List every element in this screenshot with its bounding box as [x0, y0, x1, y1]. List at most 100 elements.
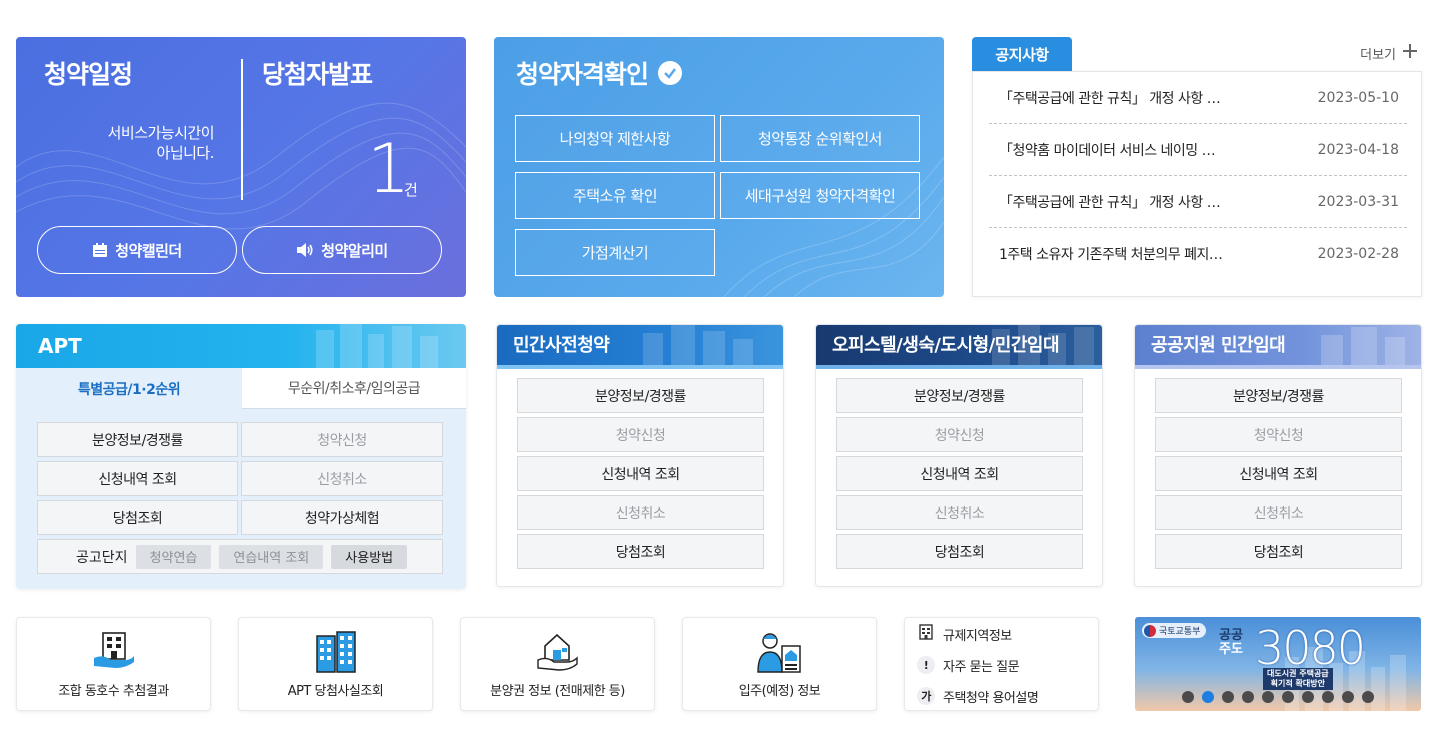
cancel-application-button[interactable]: 신청취소 [1155, 495, 1402, 530]
win-check-button[interactable]: 당첨조회 [37, 500, 238, 535]
house-hand-icon [535, 630, 581, 676]
notice-item[interactable]: 1주택 소유자 기존주택 처분의무 폐지… 2023-02-28 [989, 228, 1407, 280]
public-rental-header: 공공지원 민간임대 [1135, 325, 1421, 369]
carousel-dot[interactable] [1222, 691, 1234, 703]
tab-special-supply[interactable]: 특별공급/1·2순위 [16, 368, 242, 409]
apply-button[interactable]: 청약신청 [1155, 417, 1402, 452]
qualification-title-text: 청약자격확인 [516, 60, 649, 89]
practice-chip[interactable]: 청약연습 [135, 544, 212, 569]
headline-line: 주도 [1219, 642, 1243, 657]
carousel-dot[interactable] [1202, 691, 1214, 703]
carousel-dot[interactable] [1242, 691, 1254, 703]
sale-info-button[interactable]: 분양정보/경쟁률 [517, 378, 764, 413]
carousel-dot[interactable] [1342, 691, 1354, 703]
notice-date: 2023-03-31 [1317, 193, 1399, 210]
notice-item[interactable]: 「청약홈 마이데이터 서비스 네이밍 … 2023-04-18 [989, 124, 1407, 176]
results-title[interactable]: 당첨자발표 [262, 55, 452, 91]
speaker-icon [296, 242, 314, 258]
notice-title: 「주택공급에 관한 규칙」 개정 사항 … [999, 90, 1221, 107]
apt-card: APT 특별공급/1·2순위 무순위/취소후/임의공급 분양정보/경쟁률 청약신… [16, 324, 466, 589]
carousel-dot[interactable] [1262, 691, 1274, 703]
message-line: 아닙니다. [156, 144, 215, 162]
virtual-experience-button[interactable]: 청약가상체험 [241, 500, 443, 535]
info-links: 규제지역정보 ! 자주 묻는 질문 가 주택청약 용어설명 [904, 617, 1099, 711]
notice-panel: 공지사항 더보기 「주택공급에 관한 규칙」 개정 사항 … 2023-05-1… [972, 37, 1422, 297]
building-decoration [316, 324, 438, 368]
application-history-button[interactable]: 신청내역 조회 [517, 456, 764, 491]
promo-banner[interactable]: 국토교통부 공공 주도 3080 대도시권 주택공급 획기적 확대방안 [1135, 617, 1421, 711]
person-document-icon [756, 630, 804, 678]
header-stripe [816, 365, 1102, 369]
alert-button[interactable]: 청약알리미 [242, 226, 442, 274]
calendar-button[interactable]: 청약캘린더 [37, 226, 237, 274]
public-rental-card: 공공지원 민간임대 분양정보/경쟁률 청약신청 신청내역 조회 신청취소 당첨조… [1134, 324, 1422, 587]
quick-move-in-info[interactable]: 입주(예정) 정보 [682, 617, 877, 711]
schedule-title[interactable]: 청약일정 [44, 55, 244, 91]
plus-icon [1402, 43, 1418, 63]
check-icon [658, 61, 683, 85]
win-check-button[interactable]: 당첨조회 [1155, 534, 1402, 569]
quick-label: 입주(예정) 정보 [738, 684, 821, 699]
hangul-ga-icon: 가 [917, 687, 935, 705]
quick-presale-rights[interactable]: 분양권 정보 (전매제한 등) [460, 617, 655, 711]
ranking-certificate-button[interactable]: 청약통장 순위확인서 [720, 115, 920, 162]
notice-date: 2023-05-10 [1317, 89, 1399, 106]
house-ownership-button[interactable]: 주택소유 확인 [515, 172, 715, 219]
my-restrictions-button[interactable]: 나의청약 제한사항 [515, 115, 715, 162]
carousel-dot[interactable] [1322, 691, 1334, 703]
sale-info-button[interactable]: 분양정보/경쟁률 [1155, 378, 1402, 413]
quick-label: APT 당첨사실조회 [287, 684, 384, 699]
subtitle-line: 획기적 확대방안 [1270, 679, 1325, 688]
score-calculator-button[interactable]: 가점계산기 [515, 229, 715, 276]
practice-bar: 공고단지 청약연습 연습내역 조회 사용방법 [37, 539, 443, 574]
divider [241, 59, 243, 200]
apartment-icon [314, 630, 358, 678]
link-label: 주택청약 용어설명 [943, 690, 1039, 706]
header-stripe [497, 365, 783, 369]
banner-headline: 공공 주도 [1219, 629, 1243, 657]
message-line: 서비스가능시간이 [107, 124, 215, 142]
building-hand-icon [91, 630, 137, 676]
more-button[interactable]: 더보기 [1360, 43, 1418, 63]
carousel-dot[interactable] [1182, 691, 1194, 703]
notice-title: 「청약홈 마이데이터 서비스 네이밍 … [999, 142, 1216, 159]
tab-no-ranking[interactable]: 무순위/취소후/임의공급 [242, 368, 466, 409]
notice-tab[interactable]: 공지사항 [972, 37, 1072, 71]
regulated-area-link[interactable]: 규제지역정보 [917, 622, 1012, 646]
how-to-use-chip[interactable]: 사용방법 [331, 544, 408, 569]
cancel-application-button[interactable]: 신청취소 [241, 461, 443, 496]
carousel-dot[interactable] [1362, 691, 1374, 703]
banner-subtitle: 대도시권 주택공급 획기적 확대방안 [1263, 668, 1333, 690]
building-decoration [1321, 327, 1405, 369]
application-history-button[interactable]: 신청내역 조회 [836, 456, 1083, 491]
apply-button[interactable]: 청약신청 [517, 417, 764, 452]
notice-date: 2023-04-18 [1317, 141, 1399, 158]
quick-label: 조합 동호수 추첨결과 [58, 684, 169, 699]
carousel-dot[interactable] [1282, 691, 1294, 703]
application-history-button[interactable]: 신청내역 조회 [1155, 456, 1402, 491]
cancel-application-button[interactable]: 신청취소 [836, 495, 1083, 530]
apply-button[interactable]: 청약신청 [836, 417, 1083, 452]
officetel-card: 오피스텔/생숙/도시형/민간임대 분양정보/경쟁률 청약신청 신청내역 조회 신… [815, 324, 1103, 587]
schedule-section: 청약일정 서비스가능시간이 아닙니다. [44, 55, 244, 162]
sale-info-button[interactable]: 분양정보/경쟁률 [37, 422, 238, 457]
quick-apt-win-check[interactable]: APT 당첨사실조회 [238, 617, 433, 711]
practice-history-chip[interactable]: 연습내역 조회 [219, 544, 324, 569]
cancel-application-button[interactable]: 신청취소 [517, 495, 764, 530]
carousel-dot[interactable] [1302, 691, 1314, 703]
household-qualification-button[interactable]: 세대구성원 청약자격확인 [720, 172, 920, 219]
glossary-link[interactable]: 가 주택청약 용어설명 [917, 684, 1039, 708]
apt-header: APT [16, 324, 466, 368]
private-pre-card: 민간사전청약 분양정보/경쟁률 청약신청 신청내역 조회 신청취소 당첨조회 [496, 324, 784, 587]
application-history-button[interactable]: 신청내역 조회 [37, 461, 238, 496]
win-check-button[interactable]: 당첨조회 [836, 534, 1083, 569]
quick-union-lottery[interactable]: 조합 동호수 추첨결과 [16, 617, 211, 711]
notice-item[interactable]: 「주택공급에 관한 규칙」 개정 사항 … 2023-03-31 [989, 176, 1407, 228]
ministry-name: 국토교통부 [1159, 627, 1201, 637]
notice-item[interactable]: 「주택공급에 관한 규칙」 개정 사항 … 2023-05-10 [989, 72, 1407, 124]
win-check-button[interactable]: 당첨조회 [517, 534, 764, 569]
sale-info-button[interactable]: 분양정보/경쟁률 [836, 378, 1083, 413]
apply-button[interactable]: 청약신청 [241, 422, 443, 457]
quick-label: 분양권 정보 (전매제한 등) [490, 684, 625, 699]
faq-link[interactable]: ! 자주 묻는 질문 [917, 653, 1020, 677]
